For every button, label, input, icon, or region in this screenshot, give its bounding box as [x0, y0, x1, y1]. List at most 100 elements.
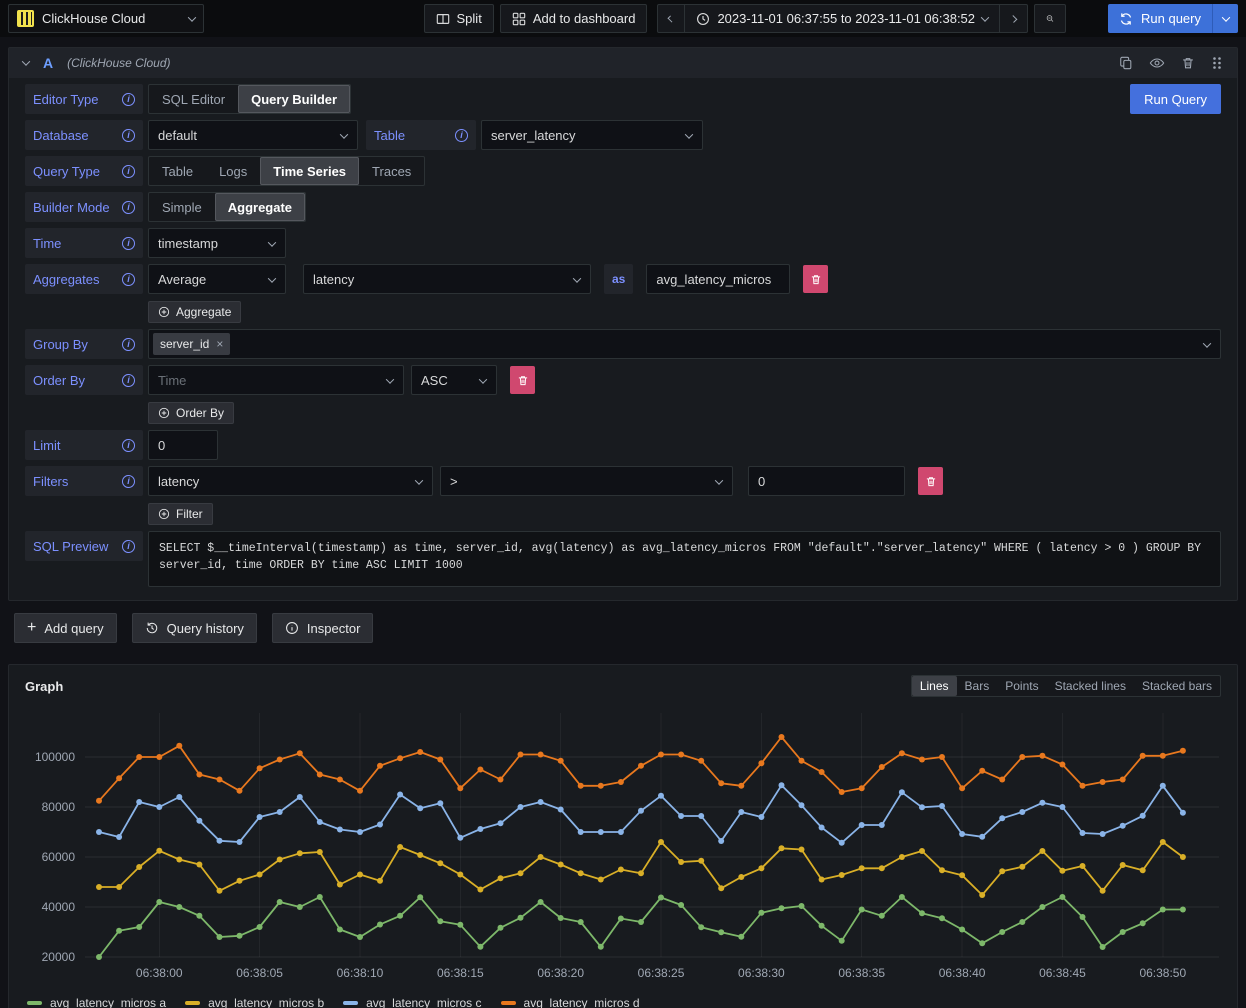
data-point [96, 798, 102, 804]
editor-type-option-sql-editor[interactable]: SQL Editor [149, 85, 238, 113]
data-point [1120, 777, 1126, 783]
inspector-button[interactable]: Inspector [272, 613, 373, 643]
filter-operator-select[interactable]: > [440, 466, 733, 496]
query-type-option-table[interactable]: Table [149, 157, 206, 185]
time-shift-forward-button[interactable] [1000, 4, 1028, 33]
graph-style-option-points[interactable]: Points [997, 676, 1046, 696]
toggle-visibility-eye-icon[interactable] [1149, 56, 1165, 70]
graph-style-option-stacked-bars[interactable]: Stacked bars [1134, 676, 1220, 696]
split-label: Split [457, 11, 482, 26]
graph-style-option-bars[interactable]: Bars [957, 676, 998, 696]
data-point [678, 902, 684, 908]
remove-tag-icon[interactable]: × [216, 337, 223, 351]
legend-item[interactable]: avg_latency_micros a [27, 996, 166, 1008]
info-icon[interactable]: i [122, 165, 135, 178]
filter-value-input[interactable] [748, 466, 905, 496]
legend-item[interactable]: avg_latency_micros b [185, 996, 324, 1008]
info-icon[interactable]: i [122, 129, 135, 142]
group-by-multiselect[interactable]: server_id× [148, 329, 1221, 359]
zoom-out-button[interactable] [1034, 4, 1066, 33]
add-query-button[interactable]: + Add query [14, 613, 117, 643]
data-point [498, 820, 504, 826]
data-point [217, 934, 223, 940]
info-icon[interactable]: i [122, 237, 135, 250]
remove-filter-button[interactable] [918, 467, 943, 495]
time-shift-back-button[interactable] [657, 4, 685, 33]
legend-swatch [501, 1001, 516, 1005]
data-point [859, 865, 865, 871]
editor-run-query-button[interactable]: Run Query [1130, 84, 1221, 114]
query-type-option-logs[interactable]: Logs [206, 157, 260, 185]
x-axis-tick: 06:38:50 [1139, 966, 1186, 980]
add-filter-button[interactable]: Filter [148, 503, 213, 525]
add-to-dashboard-label: Add to dashboard [533, 11, 636, 26]
info-icon[interactable]: i [122, 439, 135, 452]
aggregate-function-select[interactable]: Average [148, 264, 286, 294]
info-icon[interactable]: i [122, 374, 135, 387]
graph-style-option-lines[interactable]: Lines [912, 676, 957, 696]
table-select[interactable]: server_latency [481, 120, 703, 150]
filter-column-select[interactable]: latency [148, 466, 433, 496]
drag-handle-icon[interactable] [1211, 56, 1223, 70]
legend-item[interactable]: avg_latency_micros c [343, 996, 481, 1008]
database-select[interactable]: default [148, 120, 358, 150]
data-point [357, 788, 363, 794]
add-to-dashboard-button[interactable]: Add to dashboard [500, 4, 648, 33]
graph-style-option-stacked-lines[interactable]: Stacked lines [1047, 676, 1134, 696]
history-icon [145, 621, 159, 635]
query-history-button[interactable]: Query history [132, 613, 257, 643]
datasource-picker[interactable]: ClickHouse Cloud [8, 4, 204, 33]
info-icon[interactable]: i [122, 475, 135, 488]
legend-item[interactable]: avg_latency_micros d [501, 996, 640, 1008]
info-icon[interactable]: i [122, 338, 135, 351]
data-point [457, 922, 463, 928]
data-point [217, 777, 223, 783]
info-icon[interactable]: i [122, 273, 135, 286]
delete-query-icon[interactable] [1181, 56, 1195, 70]
data-point [176, 743, 182, 749]
aggregate-column-select[interactable]: latency [303, 264, 591, 294]
data-point [979, 834, 985, 840]
builder-mode-option-aggregate[interactable]: Aggregate [215, 193, 305, 221]
x-axis-tick: 06:38:15 [437, 966, 484, 980]
data-point [638, 870, 644, 876]
limit-input[interactable] [148, 430, 218, 460]
data-point [297, 794, 303, 800]
info-icon[interactable]: i [122, 201, 135, 214]
duplicate-query-icon[interactable] [1119, 56, 1133, 70]
add-order-by-button[interactable]: Order By [148, 402, 234, 424]
info-icon[interactable]: i [455, 129, 468, 142]
data-point [156, 848, 162, 854]
query-type-option-traces[interactable]: Traces [359, 157, 424, 185]
run-query-dropdown[interactable] [1212, 4, 1238, 33]
collapse-chevron-icon[interactable] [22, 57, 30, 65]
order-by-column-select[interactable]: Time [148, 365, 404, 395]
order-by-direction-select[interactable]: ASC [411, 365, 497, 395]
add-aggregate-button[interactable]: Aggregate [148, 301, 241, 323]
data-point [337, 927, 343, 933]
info-icon[interactable]: i [122, 93, 135, 106]
run-query-button[interactable]: Run query [1108, 4, 1212, 33]
builder-mode-option-simple[interactable]: Simple [149, 193, 215, 221]
data-point [839, 872, 845, 878]
data-point [939, 867, 945, 873]
query-ref-id[interactable]: A [43, 55, 53, 71]
editor-type-option-query-builder[interactable]: Query Builder [238, 85, 350, 113]
data-point [437, 918, 443, 924]
data-point [758, 910, 764, 916]
aggregate-alias-input[interactable] [646, 264, 790, 294]
time-column-select[interactable]: timestamp [148, 228, 286, 258]
data-point [1080, 863, 1086, 869]
data-point [899, 789, 905, 795]
query-type-option-time-series[interactable]: Time Series [260, 157, 359, 185]
data-point [779, 734, 785, 740]
group-by-tag[interactable]: server_id× [153, 333, 230, 355]
time-range-button[interactable]: 2023-11-01 06:37:55 to 2023-11-01 06:38:… [685, 4, 1000, 33]
remove-order-by-button[interactable] [510, 366, 535, 394]
graph-canvas[interactable]: 2000040000600008000010000006:38:0006:38:… [15, 705, 1233, 987]
remove-aggregate-button[interactable] [803, 265, 828, 293]
info-icon[interactable]: i [122, 540, 135, 553]
graph-legend: avg_latency_micros a avg_latency_micros b… [15, 990, 1231, 1008]
as-chip: as [604, 264, 633, 294]
split-button[interactable]: Split [424, 4, 494, 33]
